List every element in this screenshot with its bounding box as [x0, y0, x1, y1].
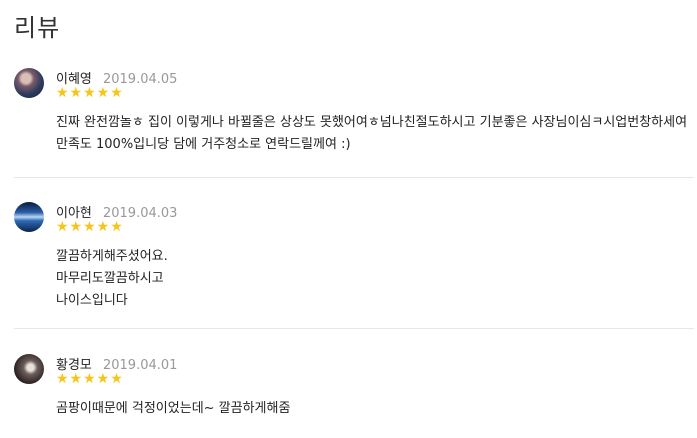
star-rating: ★★★★★	[56, 371, 124, 387]
review-text: 진짜 완전깜놀ㅎ 집이 이렇게나 바뀔줄은 상상도 못했어여ㅎ넘나친절도하시고 …	[56, 115, 688, 152]
star-rating: ★★★★★	[56, 219, 124, 235]
star-rating: ★★★★★	[56, 85, 124, 101]
page-title: 리뷰	[14, 14, 61, 42]
avatar	[14, 354, 44, 384]
review-text: 깔끔하게해주셨어요. 마무리도깔끔하시고 나이스입니다	[56, 249, 168, 308]
review-text: 곰팡이때문에 걱정이었는데~ 깔끔하게해줌	[56, 401, 291, 416]
avatar	[14, 202, 44, 232]
divider	[14, 177, 694, 178]
divider	[14, 328, 694, 329]
avatar	[14, 68, 44, 98]
